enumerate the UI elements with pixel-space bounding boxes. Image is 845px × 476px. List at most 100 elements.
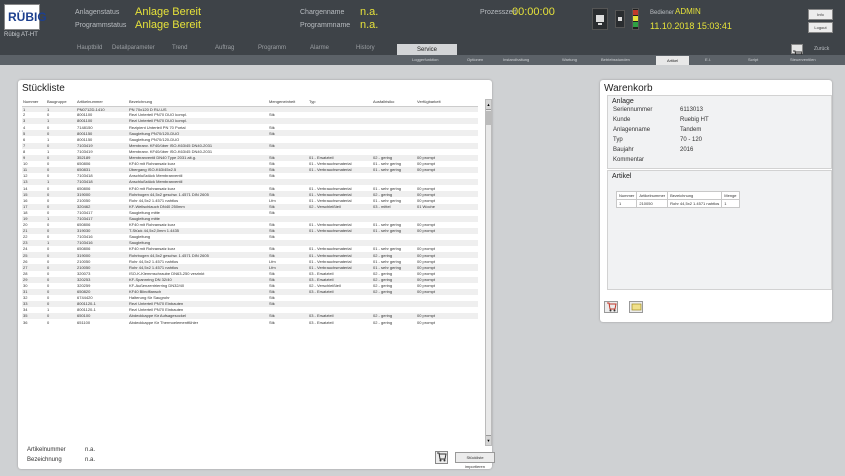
lamp-green — [633, 22, 638, 27]
nav-cart-button[interactable] — [791, 44, 803, 57]
stueckliste-table: Nummer Baugruppe Artikelnummer Bezeichnu… — [22, 98, 478, 325]
subnav-wartung[interactable]: Wartung — [562, 57, 577, 62]
table-cell: 651100 — [77, 319, 91, 325]
cart-order-button[interactable] — [604, 301, 618, 313]
subnav-instandhaltung[interactable]: Instandhaltung — [503, 57, 529, 62]
info-button[interactable]: Info — [808, 9, 833, 20]
artikel-header-row: Nummer Artikelnummer Bezeichnung Menge — [615, 191, 740, 200]
subnav-optionen[interactable]: Optionen — [467, 57, 483, 62]
typ-label: Typ — [613, 137, 623, 143]
nav-detailparameter[interactable]: Detailparameter — [112, 45, 155, 51]
prozesszeit-label: Prozesszeit — [480, 9, 517, 16]
table-cell: Abdeckkappe für Thermoelementfühler — [129, 319, 199, 325]
nav-auftrag[interactable]: Auftrag — [215, 45, 234, 51]
artikel-col-menge[interactable]: Menge — [721, 191, 740, 200]
subnav-loggerfunktion[interactable]: Loggerfunktion — [412, 57, 438, 62]
table-cell: 03 - Ersatzteil — [309, 319, 334, 325]
artikel-cell: 210050 — [636, 199, 669, 208]
anlagenstatus-value: Anlage Bereit — [135, 6, 202, 18]
subnav-steuerventilen[interactable]: Steuerventilen — [790, 57, 816, 62]
col-ausfallrisiko[interactable]: Ausfallrisiko — [372, 98, 416, 107]
typ-value: 70 - 120 — [680, 137, 703, 143]
kunde-label: Kunde — [613, 117, 631, 123]
table-cell: Stk — [269, 319, 275, 325]
lamp-yellow — [633, 16, 638, 21]
col-mengeneinheit[interactable]: Mengeneinheit — [268, 98, 308, 107]
add-to-cart-button[interactable] — [435, 451, 448, 464]
nav-hauptbild[interactable]: Hauptbild — [77, 45, 102, 51]
scroll-thumb[interactable] — [486, 111, 491, 125]
chargenname-label: Chargenname — [300, 9, 345, 16]
table-header-row: Nummer Baugruppe Artikelnummer Bezeichnu… — [22, 98, 478, 107]
anlagenstatus-label: Anlagenstatus — [75, 9, 120, 16]
nav-back[interactable]: Zurück — [814, 46, 829, 52]
table-row[interactable]: 1 210050 Rohr 44,5x2 1.4571 nahtlos 1 — [615, 199, 740, 208]
subnav-ei[interactable]: E.I. — [705, 57, 711, 62]
artikel-cell: Rohr 44,5x2 1.4571 nahtlos — [667, 199, 723, 208]
artikel-cell: 1 — [721, 199, 740, 208]
nav-programm[interactable]: Programm — [258, 45, 286, 51]
artikel-table: Nummer Artikelnummer Bezeichnung Menge 1… — [615, 191, 740, 208]
lamp-red — [633, 10, 638, 15]
col-artikelnummer[interactable]: Artikelnummer — [76, 98, 128, 107]
nav-trend[interactable]: Trend — [172, 45, 187, 51]
datetime: 11.10.2018 15:03:41 — [650, 21, 732, 31]
col-baugruppe[interactable]: Baugruppe — [46, 98, 76, 107]
artikel-col-bezeichnung[interactable]: Bezeichnung — [667, 191, 723, 200]
scroll-down-icon[interactable]: ▼ — [486, 435, 491, 445]
status-lamp — [632, 8, 639, 30]
seriennummer-label: Seriennummer — [613, 107, 653, 113]
stueckliste-title: Stückliste — [22, 83, 65, 94]
baujahr-label: Baujahr — [613, 147, 634, 153]
table-row[interactable]: 36 0 651100 Abdeckkappe für Thermoelementfü… — [22, 319, 478, 325]
col-nummer[interactable]: Nummer — [22, 98, 46, 107]
nav-alarme[interactable]: Alarme — [310, 45, 329, 51]
anlagenname-label: Anlagenname — [613, 127, 651, 133]
artikel-cell: 1 — [615, 199, 638, 208]
artikel-col-artikelnummer[interactable]: Artikelnummer — [636, 191, 669, 200]
subnav-betriebsstunden[interactable]: Betriebsstunden — [601, 57, 630, 62]
logout-button[interactable]: Logout — [808, 22, 833, 33]
chargenname-value: n.a. — [360, 6, 379, 18]
col-verfuegbarkeit[interactable]: Verfügbarkeit — [416, 98, 478, 107]
signal-indicator — [615, 10, 625, 28]
col-typ[interactable]: Typ — [308, 98, 372, 107]
logo-text: RÜBIG — [8, 10, 47, 24]
subnav-artikel[interactable]: Artikel — [656, 56, 689, 65]
anlagenname-value: Tandem — [680, 127, 702, 133]
table-cell: 02 - gering — [373, 319, 393, 325]
subnav-script[interactable]: Script — [748, 57, 758, 62]
user-value: ADMIN — [675, 7, 701, 16]
warenkorb-title: Warenkorb — [604, 83, 653, 94]
scroll-up-icon[interactable]: ▲ — [486, 100, 491, 110]
programmstatus-label: Programmstatus — [75, 22, 127, 29]
artikel-title: Artikel — [612, 173, 632, 180]
footer-artikelnummer-value: n.a. — [85, 447, 96, 453]
baujahr-value: 2016 — [680, 147, 694, 153]
export-button[interactable] — [629, 301, 643, 313]
folder-icon — [631, 303, 641, 311]
display-icon-button[interactable] — [592, 8, 608, 30]
monitor-icon — [596, 15, 604, 25]
artikel-box: Artikel Nummer Artikelnummer Bezeichnung… — [607, 170, 832, 290]
artikel-col-nummer[interactable]: Nummer — [615, 191, 638, 200]
top-bar: RÜBIG Rübig AT-HT Anlagenstatus Anlage B… — [0, 0, 845, 42]
anlage-title: Anlage — [612, 98, 634, 105]
programmname-value: n.a. — [360, 19, 379, 31]
cart-icon — [437, 452, 447, 462]
rubig-logo: RÜBIG — [4, 4, 47, 30]
seriennummer-value: 6113013 — [680, 107, 703, 113]
nav-history[interactable]: History — [356, 45, 375, 51]
signal-icon — [618, 17, 622, 21]
footer-bezeichnung-label: Bezeichnung — [27, 457, 62, 463]
programmstatus-value: Anlage Bereit — [135, 19, 202, 31]
programmname-label: Programmname — [300, 22, 351, 29]
table-cell: 36 — [23, 319, 28, 325]
cart-icon — [606, 302, 617, 312]
kunde-value: Ruebig HT — [680, 117, 709, 123]
prozesszeit-value: 00:00:00 — [512, 6, 555, 18]
stueckliste-scrollbar[interactable]: ▲ ▼ — [485, 99, 492, 446]
col-bezeichnung[interactable]: Bezeichnung — [128, 98, 268, 107]
user-label: Bediener — [650, 10, 675, 16]
import-stueckliste-button[interactable]: Stückliste importieren — [455, 452, 495, 469]
